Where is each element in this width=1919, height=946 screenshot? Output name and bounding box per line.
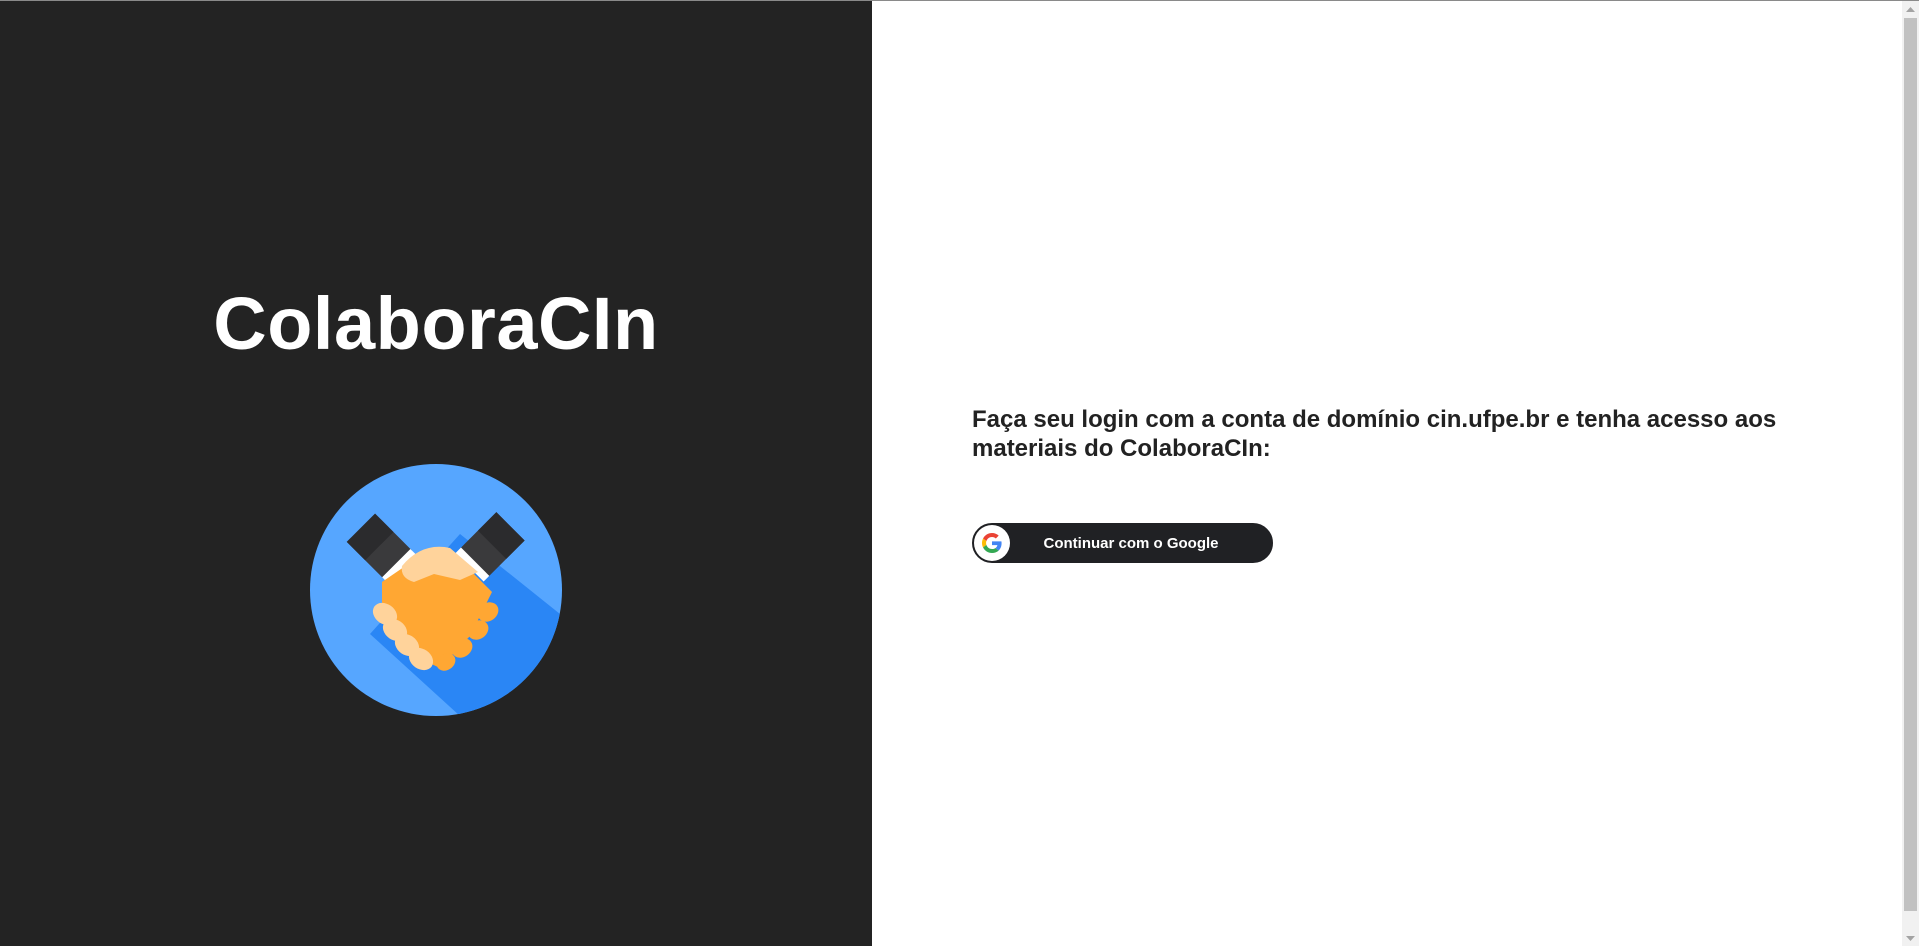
login-page: ColaboraCIn Faça seu login com a conta d… (0, 0, 1919, 946)
brand-panel: ColaboraCIn (0, 1, 872, 946)
login-instructions: Faça seu login com a conta de domínio ci… (972, 406, 1777, 462)
google-login-label: Continuar com o Google (1043, 534, 1219, 552)
google-g-icon (974, 525, 1010, 561)
vertical-scrollbar[interactable] (1902, 1, 1919, 946)
handshake-icon (310, 464, 562, 716)
brand-title: ColaboraCIn (213, 282, 659, 365)
google-login-button[interactable]: Continuar com o Google (972, 523, 1273, 563)
login-panel: Faça seu login com a conta de domínio ci… (872, 1, 1919, 946)
scrollbar-thumb[interactable] (1904, 18, 1917, 911)
scroll-down-icon[interactable] (1902, 929, 1919, 946)
scroll-up-icon[interactable] (1902, 1, 1919, 18)
